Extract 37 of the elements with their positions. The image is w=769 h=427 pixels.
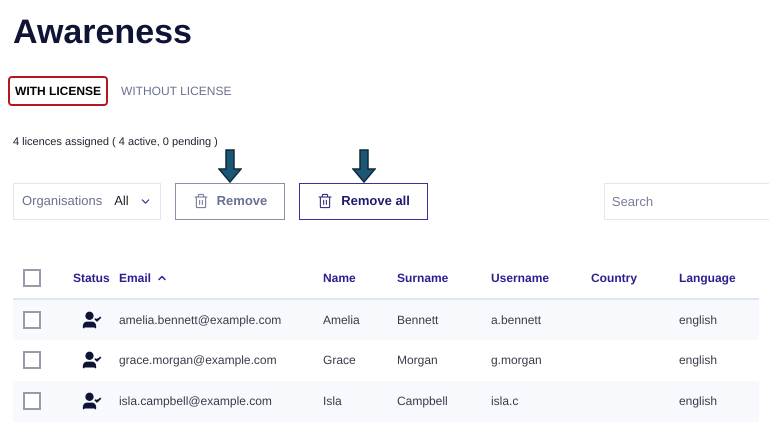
table-cell: Morgan [397, 353, 438, 367]
table-cell: a.bennett [491, 312, 542, 326]
column-header[interactable]: Country [591, 268, 637, 286]
checkbox[interactable] [23, 268, 41, 286]
column-header[interactable]: Surname [397, 268, 448, 286]
trash-icon [317, 193, 334, 209]
checkbox[interactable] [23, 392, 41, 410]
tab[interactable]: WITHOUT LICENSE [114, 76, 238, 106]
table-cell: grace.morgan@example.com [119, 353, 277, 367]
table-row[interactable]: amelia.bennett@example.com Amelia Bennett a.bennett english [13, 298, 759, 340]
checkbox[interactable] [23, 310, 41, 328]
column-header[interactable]: Status [73, 268, 110, 286]
table-cell: g.morgan [491, 353, 542, 367]
table-cell: isla.c [491, 394, 518, 408]
table-cell: Grace [323, 353, 356, 367]
column-header[interactable]: Username [491, 268, 550, 286]
table-cell: Campbell [397, 394, 448, 408]
organisations-filter[interactable]: Organisations All [13, 182, 161, 220]
table-cell: amelia.bennett@example.com [119, 312, 282, 326]
table-cell: isla.campbell@example.com [119, 394, 272, 408]
table-cell: Isla [323, 394, 342, 408]
remove-all-button[interactable]: Remove all [299, 182, 428, 220]
table-cell: english [679, 394, 718, 408]
page-title: Awareness [12, 12, 193, 52]
tab[interactable]: WITH LICENSE [8, 76, 108, 106]
table-cell: english [679, 312, 718, 326]
license-summary: 4 licences assigned ( 4 active, 0 pending ) [12, 135, 219, 150]
table-row[interactable]: isla.campbell@example.com Isla Campbell isla.c english [13, 380, 759, 422]
search-field[interactable]: Search [604, 182, 769, 220]
trash-icon [192, 193, 209, 209]
column-header[interactable]: Language [679, 268, 736, 286]
table-cell: Amelia [323, 312, 360, 326]
checkbox[interactable] [23, 351, 41, 369]
column-header[interactable]: Name [323, 268, 356, 286]
table-cell: Bennett [397, 312, 438, 326]
column-header[interactable]: Email [119, 268, 152, 286]
table-cell: english [679, 353, 718, 367]
